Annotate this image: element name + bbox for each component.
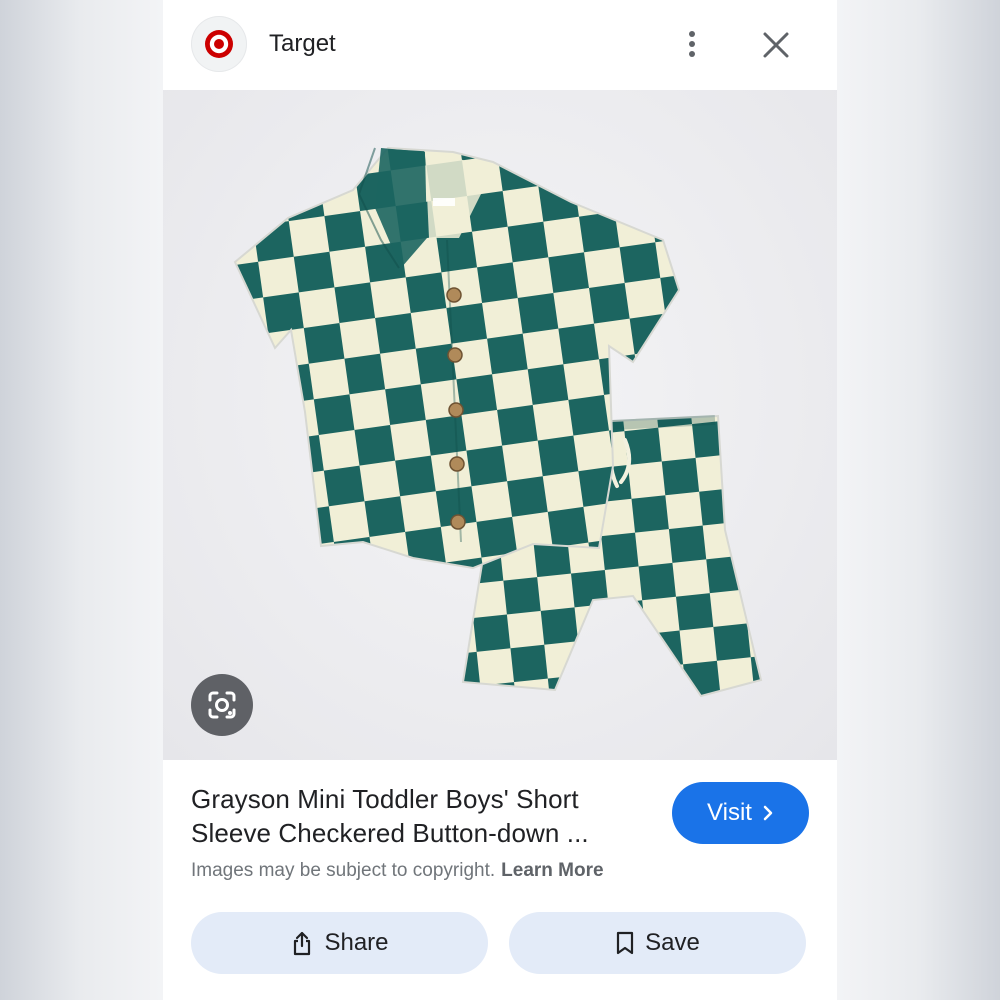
google-lens-button[interactable]	[191, 674, 253, 736]
target-bullseye-icon	[205, 30, 233, 58]
share-button[interactable]: Share	[191, 912, 488, 974]
save-label: Save	[645, 929, 700, 956]
save-button[interactable]: Save	[509, 912, 806, 974]
learn-more-link[interactable]: Learn More	[501, 860, 603, 881]
chevron-right-icon	[763, 805, 773, 821]
product-image[interactable]	[163, 90, 837, 760]
viewer-header: Target	[163, 0, 837, 90]
copyright-notice: Images may be subject to copyright. Learn…	[191, 860, 604, 882]
result-title-line1: Grayson Mini Toddler Boys' Short	[191, 784, 579, 814]
more-vert-icon[interactable]	[683, 28, 701, 62]
google-lens-icon	[208, 691, 236, 719]
share-icon	[294, 931, 311, 956]
result-title-line2: Sleeve Checkered Button-down ...	[191, 818, 589, 848]
image-viewer-panel: Target Grayson Mini Toddler Boys' Short …	[163, 0, 837, 1000]
share-label: Share	[324, 929, 389, 956]
site-name[interactable]: Target	[269, 30, 336, 58]
site-logo[interactable]	[191, 16, 247, 72]
visit-label: Visit	[707, 799, 752, 826]
visit-button[interactable]: Visit	[672, 782, 809, 844]
close-icon[interactable]	[759, 28, 793, 62]
checkered-outfit-illustration	[233, 146, 763, 698]
bookmark-icon	[617, 931, 634, 955]
result-title[interactable]: Grayson Mini Toddler Boys' Short Sleeve …	[191, 782, 641, 850]
copyright-text: Images may be subject to copyright.	[191, 860, 496, 881]
